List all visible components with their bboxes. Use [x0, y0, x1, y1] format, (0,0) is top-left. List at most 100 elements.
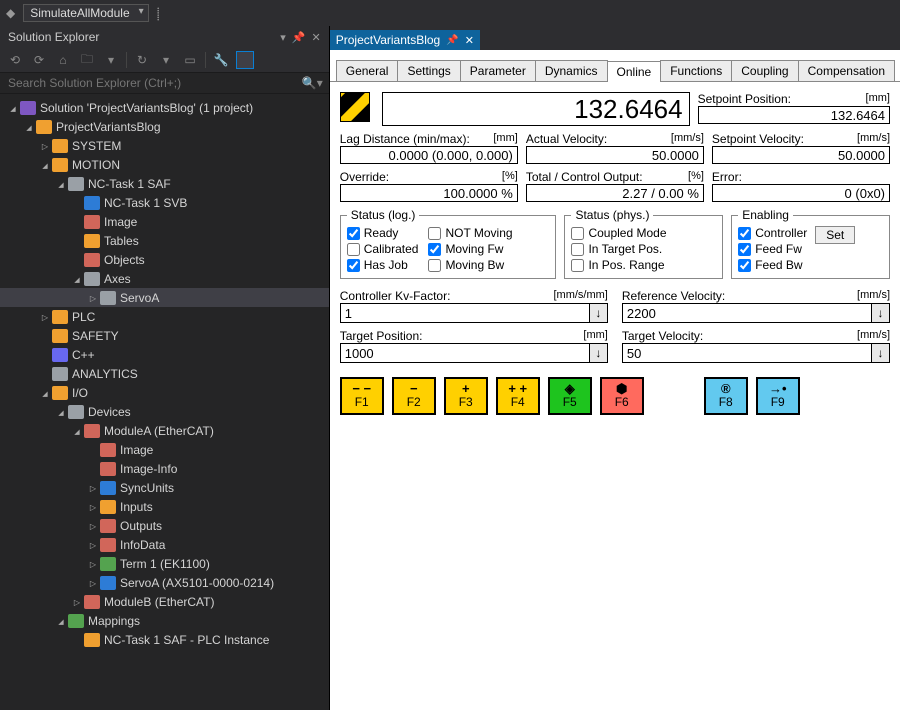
- tree-node[interactable]: ANALYTICS: [0, 364, 329, 383]
- expand-arrow-icon[interactable]: [70, 274, 84, 284]
- expand-arrow-icon[interactable]: [86, 559, 100, 569]
- feedbw-checkbox[interactable]: Feed Bw: [738, 258, 807, 272]
- tree-node[interactable]: Objects: [0, 250, 329, 269]
- refvel-input[interactable]: [622, 303, 872, 323]
- panel-menu-icon[interactable]: ▾: [280, 31, 286, 44]
- f1-button[interactable]: − −F1: [340, 377, 384, 415]
- tree-node[interactable]: Axes: [0, 269, 329, 288]
- tree-node[interactable]: PLC: [0, 307, 329, 326]
- intarget-checkbox[interactable]: In Target Pos.: [571, 242, 716, 256]
- tree-node[interactable]: I/O: [0, 383, 329, 402]
- tab-compensation[interactable]: Compensation: [798, 60, 895, 81]
- back-icon[interactable]: ⟲: [6, 51, 24, 69]
- dropdown2-icon[interactable]: ▾: [157, 51, 175, 69]
- tree-node[interactable]: ProjectVariantsBlog: [0, 117, 329, 136]
- f6-button[interactable]: ⬢F6: [600, 377, 644, 415]
- expand-arrow-icon[interactable]: [70, 426, 84, 436]
- f5-button[interactable]: ◈F5: [548, 377, 592, 415]
- tree-node[interactable]: Image: [0, 212, 329, 231]
- expand-arrow-icon[interactable]: [86, 483, 100, 493]
- solution-tree[interactable]: Solution 'ProjectVariantsBlog' (1 projec…: [0, 94, 329, 710]
- notmoving-checkbox[interactable]: NOT Moving: [428, 226, 512, 240]
- tgtvel-input[interactable]: [622, 343, 872, 363]
- tree-node[interactable]: Solution 'ProjectVariantsBlog' (1 projec…: [0, 98, 329, 117]
- controller-checkbox[interactable]: Controller: [738, 226, 807, 240]
- movingbw-checkbox[interactable]: Moving Bw: [428, 258, 512, 272]
- pin-icon[interactable]: 📌: [446, 35, 458, 46]
- tgtpos-input[interactable]: [340, 343, 590, 363]
- coupled-checkbox[interactable]: Coupled Mode: [571, 226, 716, 240]
- f8-button[interactable]: ®F8: [704, 377, 748, 415]
- expand-arrow-icon[interactable]: [86, 502, 100, 512]
- tree-node[interactable]: ModuleB (EtherCAT): [0, 592, 329, 611]
- panel-pin-icon[interactable]: 📌: [292, 31, 306, 44]
- tab-coupling[interactable]: Coupling: [731, 60, 798, 81]
- expand-arrow-icon[interactable]: [22, 122, 36, 132]
- search-input[interactable]: [6, 75, 302, 91]
- tgtpos-spin[interactable]: ↓: [590, 343, 608, 363]
- tree-node[interactable]: NC-Task 1 SVB: [0, 193, 329, 212]
- tree-node[interactable]: Term 1 (EK1100): [0, 554, 329, 573]
- sync-icon[interactable]: 🗀: [78, 51, 96, 69]
- close-icon[interactable]: ✕: [465, 34, 474, 47]
- config-combo[interactable]: SimulateAllModule: [23, 4, 148, 22]
- tree-node[interactable]: SAFETY: [0, 326, 329, 345]
- refresh-icon[interactable]: ↻: [133, 51, 151, 69]
- dropdown-icon[interactable]: ▾: [102, 51, 120, 69]
- tab-dynamics[interactable]: Dynamics: [535, 60, 608, 81]
- search-icon[interactable]: 🔍▾: [302, 76, 323, 90]
- tree-node[interactable]: Inputs: [0, 497, 329, 516]
- expand-arrow-icon[interactable]: [54, 407, 68, 417]
- tree-node[interactable]: NC-Task 1 SAF - PLC Instance: [0, 630, 329, 649]
- tree-node[interactable]: ModuleA (EtherCAT): [0, 421, 329, 440]
- tree-node[interactable]: Outputs: [0, 516, 329, 535]
- tree-node[interactable]: Image: [0, 440, 329, 459]
- tree-node[interactable]: NC-Task 1 SAF: [0, 174, 329, 193]
- expand-arrow-icon[interactable]: [86, 293, 100, 303]
- expand-arrow-icon[interactable]: [86, 540, 100, 550]
- hasjob-checkbox[interactable]: Has Job: [347, 258, 419, 272]
- panel-close-icon[interactable]: ✕: [312, 31, 321, 44]
- expand-arrow-icon[interactable]: [86, 578, 100, 588]
- expand-arrow-icon[interactable]: [54, 616, 68, 626]
- tree-node[interactable]: Mappings: [0, 611, 329, 630]
- kv-input[interactable]: [340, 303, 590, 323]
- tree-node[interactable]: SyncUnits: [0, 478, 329, 497]
- feedfw-checkbox[interactable]: Feed Fw: [738, 242, 807, 256]
- dropdown-extra-icon[interactable]: ⸽: [157, 5, 160, 22]
- tab-settings[interactable]: Settings: [397, 60, 460, 81]
- f3-button[interactable]: +F3: [444, 377, 488, 415]
- properties-icon[interactable]: 🔧: [212, 51, 230, 69]
- expand-arrow-icon[interactable]: [38, 388, 52, 398]
- calibrated-checkbox[interactable]: Calibrated: [347, 242, 419, 256]
- movingfw-checkbox[interactable]: Moving Fw: [428, 242, 512, 256]
- showall-toggle[interactable]: [236, 51, 254, 69]
- tree-node[interactable]: SYSTEM: [0, 136, 329, 155]
- tree-node[interactable]: Tables: [0, 231, 329, 250]
- expand-arrow-icon[interactable]: [70, 597, 84, 607]
- tree-node[interactable]: ServoA (AX5101-0000-0214): [0, 573, 329, 592]
- tgtvel-spin[interactable]: ↓: [872, 343, 890, 363]
- document-tab[interactable]: ProjectVariantsBlog 📌 ✕: [330, 30, 480, 50]
- inpos-checkbox[interactable]: In Pos. Range: [571, 258, 716, 272]
- expand-arrow-icon[interactable]: [86, 521, 100, 531]
- f9-button[interactable]: →•F9: [756, 377, 800, 415]
- tab-online[interactable]: Online: [607, 61, 662, 82]
- tree-node[interactable]: Devices: [0, 402, 329, 421]
- tree-node[interactable]: InfoData: [0, 535, 329, 554]
- tab-general[interactable]: General: [336, 60, 399, 81]
- set-button[interactable]: Set: [815, 226, 855, 244]
- tree-node[interactable]: ServoA: [0, 288, 329, 307]
- home-icon[interactable]: ⌂: [54, 51, 72, 69]
- tree-node[interactable]: C++: [0, 345, 329, 364]
- f4-button[interactable]: + +F4: [496, 377, 540, 415]
- expand-arrow-icon[interactable]: [6, 103, 20, 113]
- fwd-icon[interactable]: ⟳: [30, 51, 48, 69]
- collapse-icon[interactable]: ▭: [181, 51, 199, 69]
- expand-arrow-icon[interactable]: [54, 179, 68, 189]
- expand-arrow-icon[interactable]: [38, 141, 52, 151]
- ready-checkbox[interactable]: Ready: [347, 226, 419, 240]
- tree-node[interactable]: MOTION: [0, 155, 329, 174]
- tree-node[interactable]: Image-Info: [0, 459, 329, 478]
- expand-arrow-icon[interactable]: [38, 312, 52, 322]
